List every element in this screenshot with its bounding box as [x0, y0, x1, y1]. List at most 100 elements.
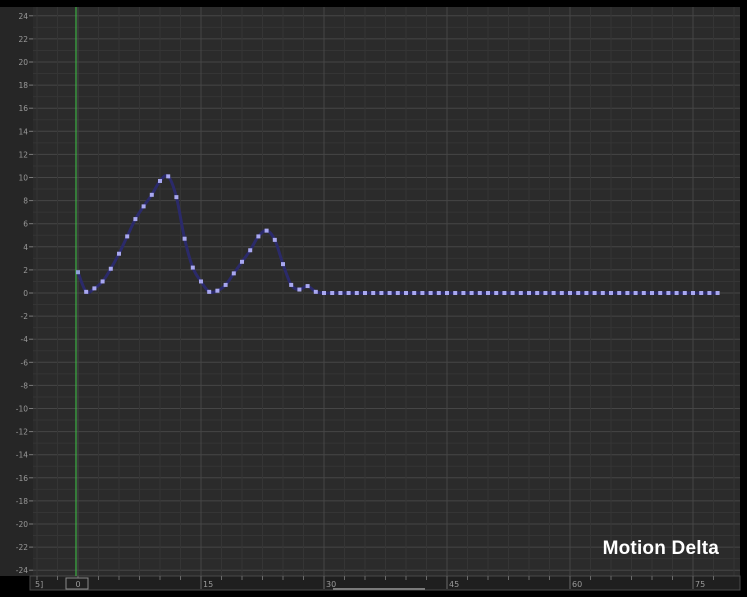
keyframe-point[interactable]	[666, 291, 671, 295]
keyframe-point[interactable]	[149, 192, 154, 197]
keyframe-point[interactable]	[272, 237, 277, 242]
keyframe-point[interactable]	[117, 251, 121, 256]
keyframe-point[interactable]	[182, 236, 187, 241]
keyframe-point[interactable]	[650, 291, 654, 295]
keyframe-point[interactable]	[420, 291, 425, 295]
keyframe-point[interactable]	[141, 204, 146, 209]
keyframe-point[interactable]	[354, 291, 359, 295]
keyframe-point[interactable]	[428, 291, 433, 295]
keyframe-point[interactable]	[609, 291, 613, 295]
keyframe-point[interactable]	[535, 291, 540, 295]
keyframe-point[interactable]	[207, 289, 212, 294]
keyframe-point[interactable]	[445, 291, 449, 295]
y-tick-label: 20	[18, 58, 28, 67]
keyframe-point[interactable]	[699, 291, 704, 295]
y-tick-label: -8	[21, 381, 29, 390]
keyframe-point[interactable]	[289, 282, 294, 287]
keyframe-point[interactable]	[518, 291, 523, 295]
keyframe-point[interactable]	[125, 234, 130, 239]
keyframe-point[interactable]	[76, 270, 80, 275]
keyframe-point[interactable]	[313, 289, 318, 294]
keyframe-point[interactable]	[338, 291, 343, 295]
keyframe-point[interactable]	[248, 248, 253, 253]
keyframe-point[interactable]	[199, 279, 203, 284]
keyframe-point[interactable]	[158, 178, 162, 183]
keyframe-point[interactable]	[658, 291, 663, 295]
keyframe-point[interactable]	[453, 291, 458, 295]
y-tick-label: 0	[23, 289, 28, 298]
keyframe-point[interactable]	[84, 289, 89, 294]
keyframe-point[interactable]	[576, 291, 581, 295]
y-tick-label: -16	[16, 474, 28, 483]
keyframe-point[interactable]	[477, 291, 482, 295]
x-tick-label: 30	[326, 580, 336, 589]
x-axis-timeline[interactable]: 15 30 45 60 75 5] 0	[29, 575, 741, 591]
keyframe-point[interactable]	[166, 174, 171, 179]
keyframe-point[interactable]	[92, 286, 97, 291]
keyframe-point[interactable]	[486, 291, 490, 295]
keyframe-point[interactable]	[551, 291, 556, 295]
keyframe-point[interactable]	[108, 266, 113, 271]
y-tick-label: -12	[16, 428, 28, 437]
keyframe-point[interactable]	[240, 259, 244, 264]
timeline-scrollbar[interactable]	[333, 588, 425, 590]
keyframe-point[interactable]	[559, 291, 564, 295]
y-tick-label: 18	[18, 81, 28, 90]
keyframe-point[interactable]	[592, 291, 597, 295]
keyframe-point[interactable]	[625, 291, 630, 295]
keyframe-point[interactable]	[379, 291, 384, 295]
keyframe-point[interactable]	[674, 291, 679, 295]
keyframe-point[interactable]	[297, 287, 302, 292]
keyframe-point[interactable]	[691, 291, 695, 295]
keyframe-point[interactable]	[404, 291, 408, 295]
keyframe-point[interactable]	[133, 217, 138, 222]
keyframe-point[interactable]	[371, 291, 376, 295]
keyframe-point[interactable]	[543, 291, 548, 295]
keyframe-point[interactable]	[256, 234, 261, 239]
keyframe-point[interactable]	[707, 291, 712, 295]
keyframe-point[interactable]	[231, 271, 236, 276]
keyframe-point[interactable]	[641, 291, 646, 295]
keyframe-point[interactable]	[682, 291, 687, 295]
y-tick-label: 24	[18, 12, 28, 21]
keyframe-point[interactable]	[461, 291, 466, 295]
y-tick-label: -14	[16, 451, 28, 460]
keyframe-point[interactable]	[502, 291, 507, 295]
y-tick-label: -10	[16, 405, 28, 414]
keyframe-point[interactable]	[264, 228, 269, 233]
y-tick-label: 12	[18, 150, 28, 159]
keyframe-point[interactable]	[322, 291, 326, 295]
keyframe-point[interactable]	[281, 262, 285, 267]
keyframe-point[interactable]	[412, 291, 417, 295]
keyframe-point[interactable]	[584, 291, 589, 295]
keyframe-point[interactable]	[215, 288, 220, 293]
keyframe-point[interactable]	[527, 291, 531, 295]
keyframe-point[interactable]	[469, 291, 474, 295]
keyframe-point[interactable]	[510, 291, 515, 295]
keyframe-point[interactable]	[633, 291, 638, 295]
y-tick-label: 2	[23, 266, 28, 275]
keyframe-point[interactable]	[494, 291, 499, 295]
keyframe-point[interactable]	[715, 291, 720, 295]
keyframe-point[interactable]	[395, 291, 400, 295]
keyframe-point[interactable]	[568, 291, 572, 295]
graph-canvas[interactable]: 242220181614121086420-2-4-6-8-10-12-14-1…	[0, 0, 747, 597]
keyframe-point[interactable]	[100, 279, 105, 284]
keyframe-point[interactable]	[174, 195, 179, 200]
y-tick-label: -22	[16, 543, 28, 552]
y-tick-label: 4	[23, 243, 28, 252]
keyframe-point[interactable]	[330, 291, 335, 295]
keyframe-point[interactable]	[617, 291, 622, 295]
y-axis-strip	[0, 7, 33, 576]
keyframe-point[interactable]	[387, 291, 392, 295]
keyframe-point[interactable]	[363, 291, 367, 295]
keyframe-point[interactable]	[223, 282, 228, 287]
graph-editor[interactable]: 24 22 20 18 16 14 12 10 8 6 4 2 0 -2 -4 -6 -8 -10 -12 -14 -1…	[0, 0, 747, 597]
keyframe-point[interactable]	[436, 291, 441, 295]
keyframe-point[interactable]	[600, 291, 605, 295]
keyframe-point[interactable]	[305, 284, 310, 289]
keyframe-point[interactable]	[346, 291, 351, 295]
y-tick-label: 22	[18, 35, 28, 44]
y-tick-label: -24	[16, 566, 28, 575]
keyframe-point[interactable]	[190, 265, 195, 270]
